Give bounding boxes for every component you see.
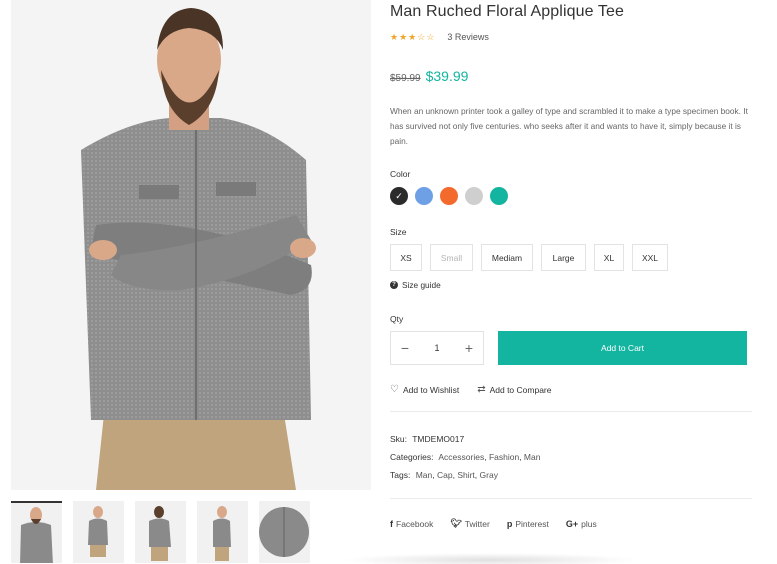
check-icon: ✓ bbox=[395, 190, 403, 201]
product-gallery bbox=[11, 0, 371, 563]
qty-row: − 1 + Add to Cart bbox=[390, 331, 752, 365]
product-meta: Sku: TMDEMO017 Categories: Accessories, … bbox=[390, 430, 752, 484]
share-links: f Facebook 🐦︎ Twitter p Pinterest G+ plu… bbox=[390, 518, 752, 529]
add-to-cart-button[interactable]: Add to Cart bbox=[498, 331, 747, 365]
heart-icon: ♡ bbox=[390, 384, 399, 395]
twitter-label: Twitter bbox=[464, 518, 490, 529]
product-rating: ★ ★ ★ ☆ ☆ 3 Reviews bbox=[390, 32, 752, 42]
share-twitter[interactable]: 🐦︎ Twitter bbox=[450, 518, 489, 529]
add-to-wishlist-button[interactable]: ♡ Add to Wishlist bbox=[390, 384, 460, 396]
old-price: $59.99 bbox=[390, 73, 421, 84]
star-outline-icon: ☆ bbox=[426, 31, 435, 42]
star-icon: ★ bbox=[390, 31, 399, 42]
plus-label: plus bbox=[581, 518, 597, 529]
color-swatch-black[interactable]: ✓ bbox=[390, 187, 408, 205]
size-guide-label: Size guide bbox=[402, 280, 441, 290]
reviews-link[interactable]: 3 Reviews bbox=[447, 32, 489, 42]
thumbnail-strip bbox=[11, 501, 371, 563]
bottom-shadow bbox=[340, 553, 640, 564]
facebook-icon: f bbox=[390, 518, 393, 529]
tags-key: Tags: bbox=[390, 470, 411, 480]
qty-decrease-button[interactable]: − bbox=[399, 341, 411, 355]
color-swatch-orange[interactable] bbox=[440, 187, 458, 205]
tag-link[interactable]: Shirt bbox=[457, 470, 474, 480]
share-facebook[interactable]: f Facebook bbox=[390, 519, 433, 529]
quantity-stepper: − 1 + bbox=[390, 331, 484, 365]
divider bbox=[390, 411, 752, 412]
product-info: Man Ruched Floral Applique Tee ★ ★ ★ ☆ ☆… bbox=[390, 0, 752, 529]
star-outline-icon: ☆ bbox=[417, 31, 426, 42]
size-guide-link[interactable]: ? Size guide bbox=[390, 280, 752, 290]
size-label: Size bbox=[390, 227, 407, 237]
tag-link[interactable]: Gray bbox=[480, 470, 498, 480]
size-option-large[interactable]: Large bbox=[541, 244, 586, 271]
qty-label: Qty bbox=[390, 314, 404, 324]
size-option-xl[interactable]: XL bbox=[594, 244, 624, 271]
color-swatch-blue[interactable] bbox=[415, 187, 433, 205]
category-link[interactable]: Fashion bbox=[489, 452, 519, 462]
divider bbox=[390, 498, 752, 499]
twitter-icon: 🐦︎ bbox=[450, 518, 462, 528]
size-option-xxl[interactable]: XXL bbox=[632, 244, 668, 271]
main-product-image[interactable] bbox=[11, 0, 371, 490]
star-icon: ★ bbox=[399, 31, 408, 42]
size-option-small[interactable]: Small bbox=[430, 244, 473, 271]
rating-stars: ★ ★ ★ ☆ ☆ bbox=[390, 31, 435, 42]
qty-increase-button[interactable]: + bbox=[463, 341, 475, 355]
thumbnail-1[interactable] bbox=[11, 501, 62, 563]
tags-row: Tags: Man, Cap, Shirt, Gray bbox=[390, 470, 498, 480]
thumbnail-3[interactable] bbox=[135, 501, 186, 563]
share-pinterest[interactable]: p Pinterest bbox=[507, 519, 549, 529]
size-option-xs[interactable]: XS bbox=[390, 244, 422, 271]
add-to-compare-button[interactable]: ⇄ Add to Compare bbox=[477, 384, 552, 396]
tag-link[interactable]: Cap bbox=[437, 470, 453, 480]
color-swatch-teal[interactable] bbox=[490, 187, 508, 205]
thumbnail-5[interactable] bbox=[259, 501, 310, 563]
sku-row: Sku: TMDEMO017 bbox=[390, 430, 752, 448]
share-google-plus[interactable]: G+ plus bbox=[566, 519, 597, 529]
pinterest-icon: p bbox=[506, 518, 513, 529]
new-price: $39.99 bbox=[425, 68, 469, 84]
compare-label: Add to Compare bbox=[489, 385, 552, 395]
product-description: When an unknown printer took a galley of… bbox=[390, 106, 748, 146]
color-label: Color bbox=[390, 169, 411, 179]
product-actions: ♡ Add to Wishlist ⇄ Add to Compare bbox=[390, 384, 752, 396]
color-swatch-gray[interactable] bbox=[465, 187, 483, 205]
thumbnail-4[interactable] bbox=[197, 501, 248, 563]
categories-key: Categories: bbox=[390, 452, 434, 462]
star-icon: ★ bbox=[408, 31, 417, 42]
qty-input[interactable]: 1 bbox=[434, 343, 439, 353]
compare-icon: ⇄ bbox=[477, 384, 486, 395]
sku-value: TMDEMO017 bbox=[412, 434, 465, 444]
pinterest-label: Pinterest bbox=[515, 518, 549, 529]
category-link[interactable]: Man bbox=[524, 452, 541, 462]
google-plus-icon: G+ bbox=[565, 518, 579, 529]
color-swatches: ✓ bbox=[390, 187, 752, 205]
facebook-label: Facebook bbox=[396, 518, 434, 529]
question-icon: ? bbox=[390, 281, 398, 289]
wishlist-label: Add to Wishlist bbox=[402, 385, 460, 395]
price-row: $59.99 $39.99 bbox=[390, 68, 752, 84]
tag-link[interactable]: Man bbox=[416, 470, 433, 480]
category-link[interactable]: Accessories bbox=[438, 452, 484, 462]
thumbnail-2[interactable] bbox=[73, 501, 124, 563]
product-title: Man Ruched Floral Applique Tee bbox=[390, 3, 624, 20]
size-option-mediam[interactable]: Mediam bbox=[481, 244, 533, 271]
size-options: XS Small Mediam Large XL XXL bbox=[390, 244, 752, 271]
categories-row: Categories: Accessories, Fashion, Man bbox=[390, 452, 541, 462]
sku-key: Sku: bbox=[390, 434, 408, 444]
